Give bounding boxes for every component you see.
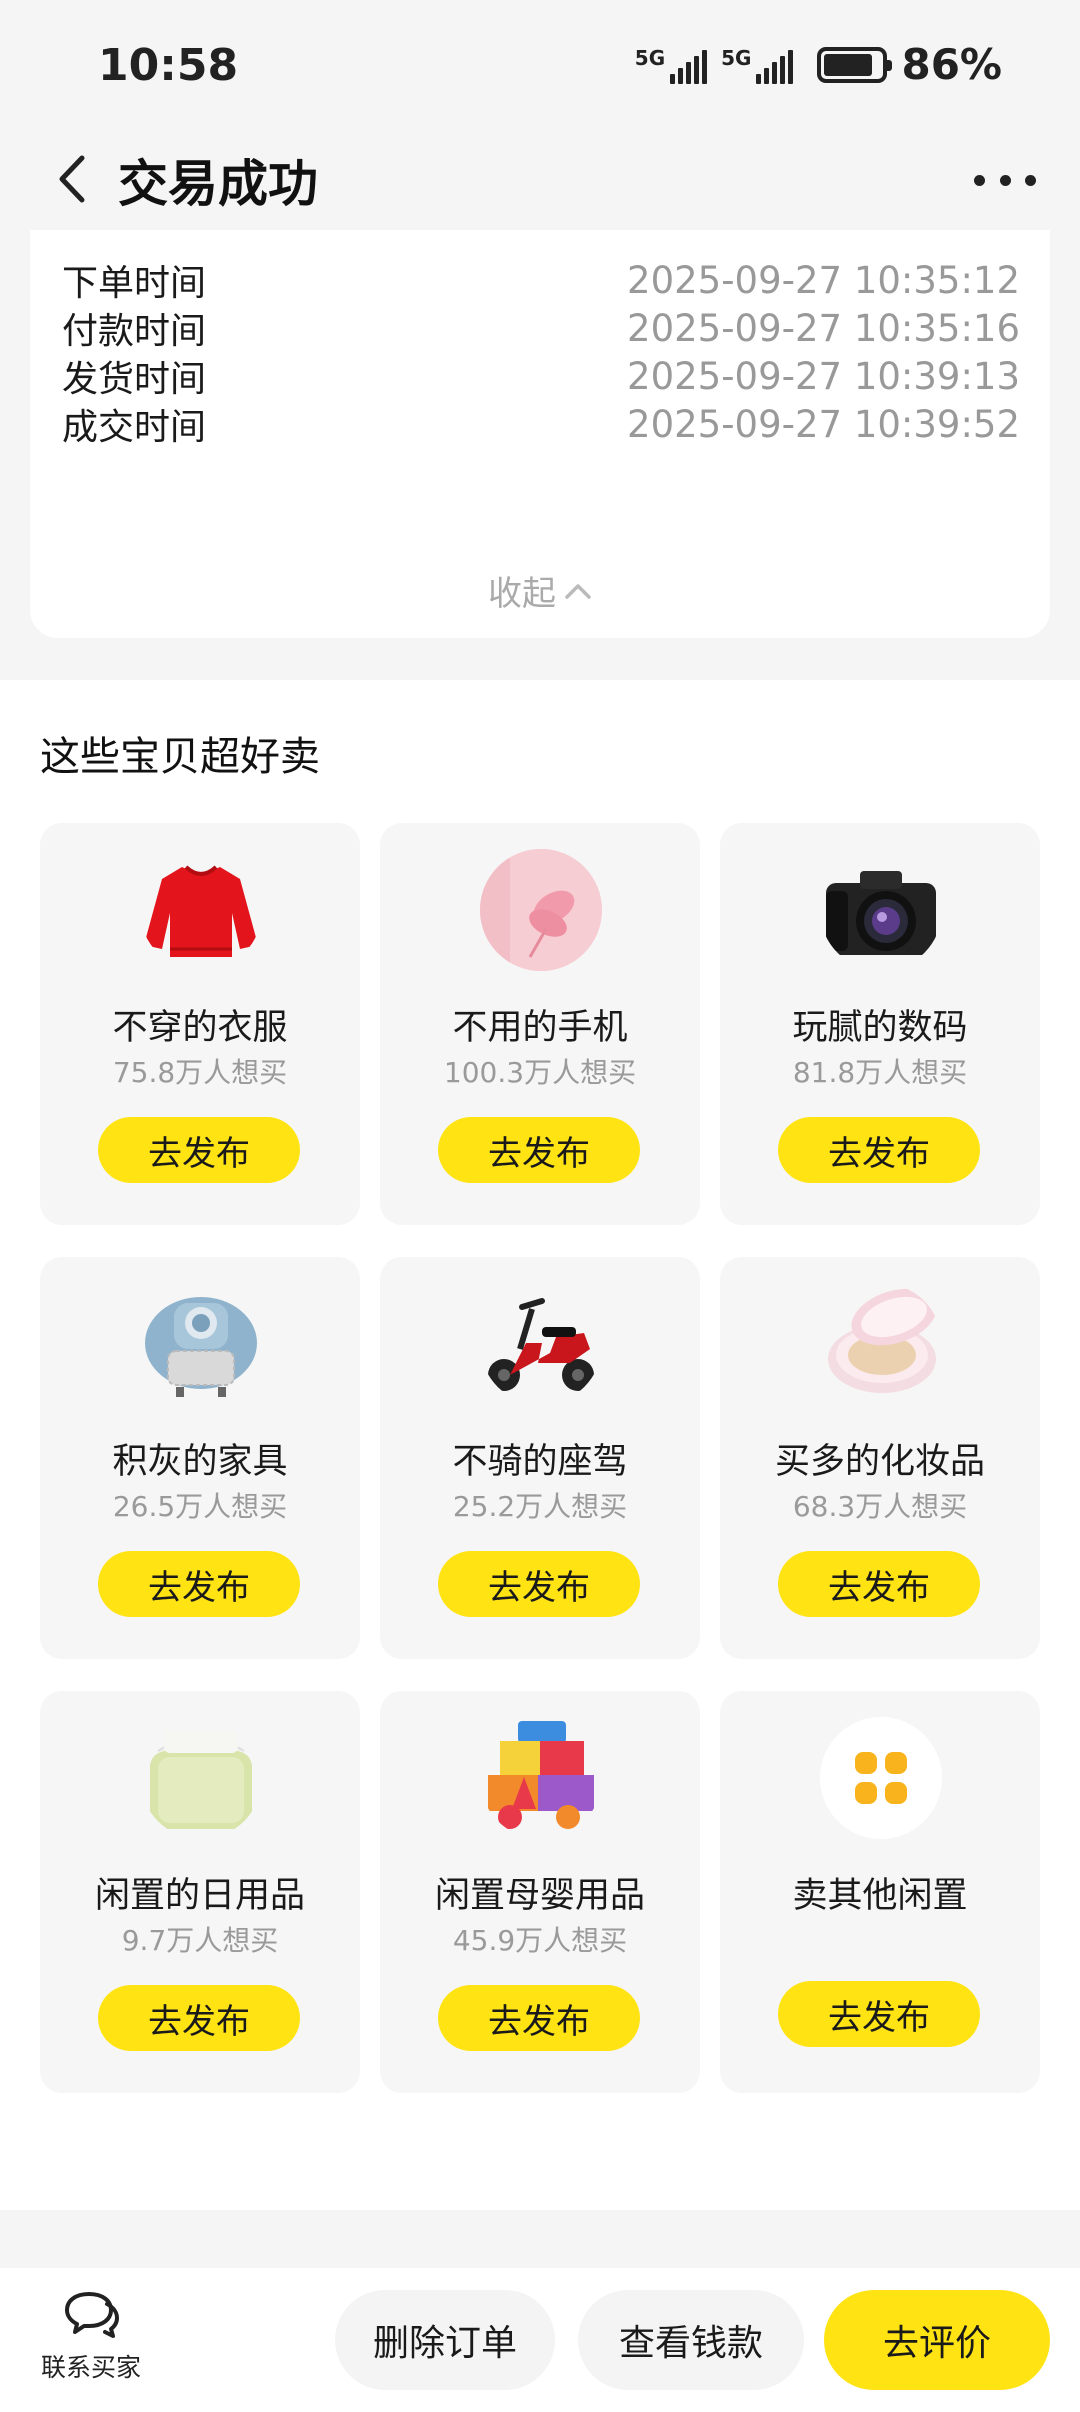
publish-button[interactable]: 去发布 <box>438 1985 640 2051</box>
storage-box-icon <box>140 1717 262 1839</box>
card-name: 不骑的座驾 <box>452 1442 628 1482</box>
card-count: 25.2万人想买 <box>452 1490 628 1523</box>
publish-button[interactable]: 去发布 <box>98 1985 300 2051</box>
publish-button[interactable]: 去发布 <box>778 1117 980 1183</box>
delete-order-button[interactable]: 删除订单 <box>335 2290 555 2390</box>
toy-blocks-icon <box>480 1717 602 1839</box>
card-count: 75.8万人想买 <box>112 1056 288 1089</box>
card-name: 卖其他闲置 <box>792 1876 968 1916</box>
recommend-card[interactable]: 不用的手机 100.3万人想买 去发布 <box>380 823 700 1225</box>
battery-percentage: 86% <box>901 40 1002 89</box>
card-count: 9.7万人想买 <box>121 1924 279 1957</box>
phone-icon <box>480 849 602 971</box>
recommend-card[interactable]: 积灰的家具 26.5万人想买 去发布 <box>40 1257 360 1659</box>
publish-button[interactable]: 去发布 <box>778 1981 980 2047</box>
recommend-card[interactable]: 闲置母婴用品 45.9万人想买 去发布 <box>380 1691 700 2093</box>
chat-bubble-icon <box>65 2292 119 2338</box>
armchair-icon <box>140 1283 262 1405</box>
sweater-icon <box>140 849 262 971</box>
review-button[interactable]: 去评价 <box>824 2290 1050 2390</box>
publish-button[interactable]: 去发布 <box>778 1551 980 1617</box>
view-funds-button[interactable]: 查看钱款 <box>578 2290 804 2390</box>
scooter-icon <box>480 1283 602 1405</box>
signal-icon: 5G <box>721 46 794 84</box>
recommend-card[interactable]: 买多的化妆品 68.3万人想买 去发布 <box>720 1257 1040 1659</box>
card-count: 81.8万人想买 <box>792 1056 968 1089</box>
signal-icon: 5G <box>635 46 708 84</box>
card-count: 45.9万人想买 <box>452 1924 628 1957</box>
card-count: 100.3万人想买 <box>443 1056 637 1089</box>
cushion-compact-icon <box>820 1283 942 1405</box>
publish-button[interactable]: 去发布 <box>438 1117 640 1183</box>
chevron-left-icon[interactable] <box>44 152 98 206</box>
card-name: 闲置母婴用品 <box>434 1876 645 1916</box>
grid-dots-icon <box>820 1717 942 1839</box>
status-bar: 10:58 5G 5G 86% <box>0 0 1080 130</box>
card-name: 买多的化妆品 <box>774 1442 985 1482</box>
battery-icon <box>817 46 893 83</box>
camera-icon <box>820 849 942 971</box>
contact-buyer-button[interactable]: 联系买家 <box>36 2288 146 2384</box>
recommend-card[interactable]: 不骑的座驾 25.2万人想买 去发布 <box>380 1257 700 1659</box>
recommend-card[interactable]: 闲置的日用品 9.7万人想买 去发布 <box>40 1691 360 2093</box>
bottom-action-bar: 联系买家 删除订单 查看钱款 去评价 <box>0 2268 1080 2412</box>
publish-button[interactable]: 去发布 <box>98 1551 300 1617</box>
page-title: 交易成功 <box>118 155 318 213</box>
card-count: 68.3万人想买 <box>792 1490 968 1523</box>
card-name: 不穿的衣服 <box>112 1008 288 1048</box>
recommend-section: 这些宝贝超好卖 不穿的衣服 75.8万人想买 去发布 不用的手机 100.3万人… <box>0 680 1080 2210</box>
recommend-card[interactable]: 不穿的衣服 75.8万人想买 去发布 <box>40 823 360 1225</box>
status-icons: 5G 5G 86% <box>635 40 1002 89</box>
order-info-card: 下单时间 2025-09-27 10:35:12 付款时间 2025-09-27… <box>30 230 1050 638</box>
publish-button[interactable]: 去发布 <box>438 1551 640 1617</box>
collapse-button[interactable]: 收起 <box>30 566 1050 615</box>
recommend-card[interactable]: 玩腻的数码 81.8万人想买 去发布 <box>720 823 1040 1225</box>
section-title: 这些宝贝超好卖 <box>40 734 320 780</box>
recommend-card[interactable]: 卖其他闲置 去发布 <box>720 1691 1040 2093</box>
card-name: 积灰的家具 <box>112 1442 288 1482</box>
card-count: 26.5万人想买 <box>112 1490 288 1523</box>
card-name: 不用的手机 <box>452 1008 628 1048</box>
card-name: 玩腻的数码 <box>792 1008 968 1048</box>
chevron-up-icon <box>565 583 591 599</box>
header: 交易成功 <box>0 130 1080 230</box>
publish-button[interactable]: 去发布 <box>98 1117 300 1183</box>
card-name: 闲置的日用品 <box>94 1876 305 1916</box>
more-dots-icon[interactable] <box>974 158 1036 202</box>
recommend-grid: 不穿的衣服 75.8万人想买 去发布 不用的手机 100.3万人想买 去发布 玩… <box>40 823 1040 2093</box>
status-time: 10:58 <box>98 40 239 91</box>
deal-time-row: 成交时间 2025-09-27 10:39:52 <box>62 402 1020 449</box>
